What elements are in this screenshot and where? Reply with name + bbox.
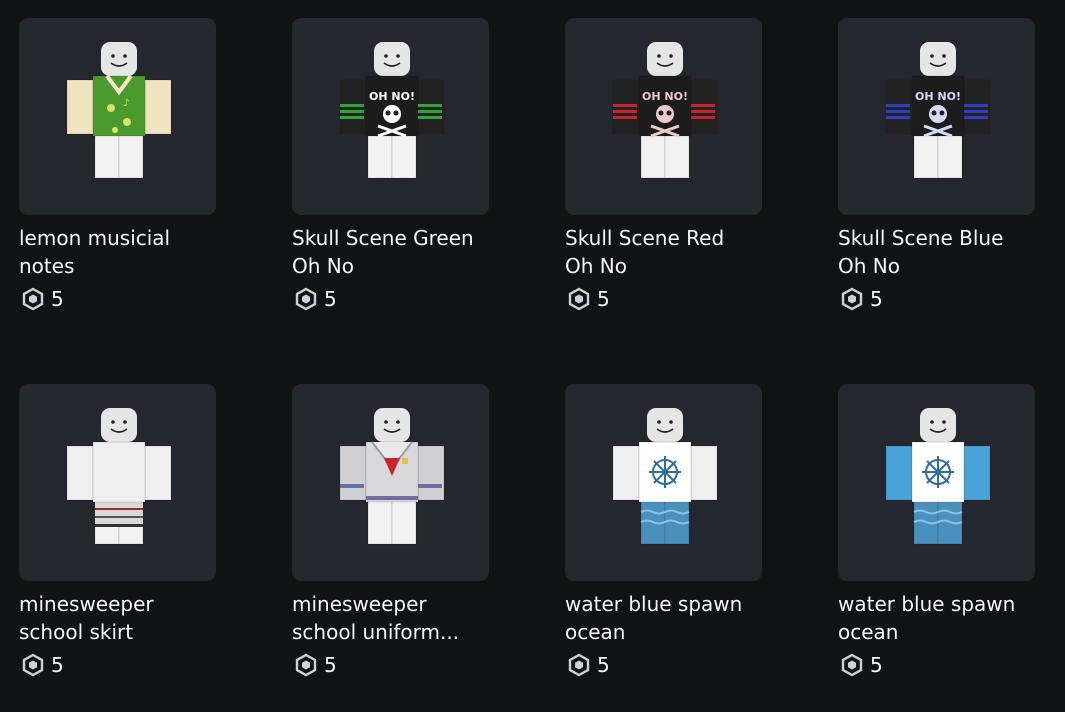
- catalog-item-card[interactable]: OH NO! Skull Scene Red Oh No 5: [565, 18, 762, 311]
- item-thumbnail[interactable]: [838, 384, 1035, 581]
- item-name[interactable]: Skull Scene Red Oh No: [565, 224, 762, 280]
- avatar-preview: [66, 408, 172, 545]
- item-price-value: 5: [51, 653, 64, 677]
- item-thumbnail[interactable]: OH NO!: [292, 18, 489, 215]
- catalog-item-card[interactable]: OH NO! Skull Scene Green Oh No 5: [292, 18, 489, 311]
- item-price: 5: [19, 287, 216, 311]
- robux-icon: [22, 653, 44, 677]
- item-price-value: 5: [597, 653, 610, 677]
- item-price-value: 5: [324, 287, 337, 311]
- avatar-preview: OH NO!: [885, 42, 991, 179]
- item-price: 5: [19, 653, 216, 677]
- item-price: 5: [838, 653, 1035, 677]
- robux-icon: [22, 287, 44, 311]
- item-name[interactable]: water blue spawn ocean: [565, 590, 762, 646]
- item-price: 5: [565, 287, 762, 311]
- robux-icon: [568, 287, 590, 311]
- item-name[interactable]: water blue spawn ocean: [838, 590, 1035, 646]
- item-thumbnail[interactable]: [292, 384, 489, 581]
- item-thumbnail[interactable]: OH NO!: [565, 18, 762, 215]
- item-name[interactable]: minesweeper school uniform...: [292, 590, 489, 646]
- catalog-item-card[interactable]: water blue spawn ocean 5: [838, 384, 1035, 677]
- svg-text:OH NO!: OH NO!: [915, 90, 961, 103]
- catalog-item-card[interactable]: minesweeper school uniform... 5: [292, 384, 489, 677]
- avatar-preview: ♪: [66, 42, 172, 179]
- item-thumbnail[interactable]: [19, 384, 216, 581]
- avatar-preview: [885, 408, 991, 545]
- item-price: 5: [292, 653, 489, 677]
- catalog-item-card[interactable]: water blue spawn ocean 5: [565, 384, 762, 677]
- item-name[interactable]: lemon musicial notes: [19, 224, 216, 280]
- robux-icon: [295, 653, 317, 677]
- item-thumbnail[interactable]: OH NO!: [838, 18, 1035, 215]
- item-thumbnail[interactable]: ♪: [19, 18, 216, 215]
- item-price-value: 5: [870, 287, 883, 311]
- avatar-preview: OH NO!: [612, 42, 718, 179]
- item-price: 5: [838, 287, 1035, 311]
- item-price: 5: [292, 287, 489, 311]
- robux-icon: [841, 653, 863, 677]
- item-name[interactable]: Skull Scene Blue Oh No: [838, 224, 1035, 280]
- svg-text:♪: ♪: [123, 98, 129, 109]
- item-name[interactable]: Skull Scene Green Oh No: [292, 224, 489, 280]
- catalog-grid: ♪ lemon musicial notes 5 OH NO! Skull Sc…: [0, 0, 1065, 712]
- avatar-preview: OH NO!: [339, 42, 445, 179]
- robux-icon: [295, 287, 317, 311]
- item-price-value: 5: [51, 287, 64, 311]
- item-price-value: 5: [324, 653, 337, 677]
- svg-text:OH NO!: OH NO!: [642, 90, 688, 103]
- catalog-item-card[interactable]: OH NO! Skull Scene Blue Oh No 5: [838, 18, 1035, 311]
- item-price-value: 5: [597, 287, 610, 311]
- robux-icon: [568, 653, 590, 677]
- catalog-item-card[interactable]: minesweeper school skirt 5: [19, 384, 216, 677]
- avatar-preview: [339, 408, 445, 545]
- item-price: 5: [565, 653, 762, 677]
- item-price-value: 5: [870, 653, 883, 677]
- robux-icon: [841, 287, 863, 311]
- item-name[interactable]: minesweeper school skirt: [19, 590, 216, 646]
- svg-text:OH NO!: OH NO!: [369, 90, 415, 103]
- item-thumbnail[interactable]: [565, 384, 762, 581]
- catalog-item-card[interactable]: ♪ lemon musicial notes 5: [19, 18, 216, 311]
- avatar-preview: [612, 408, 718, 545]
